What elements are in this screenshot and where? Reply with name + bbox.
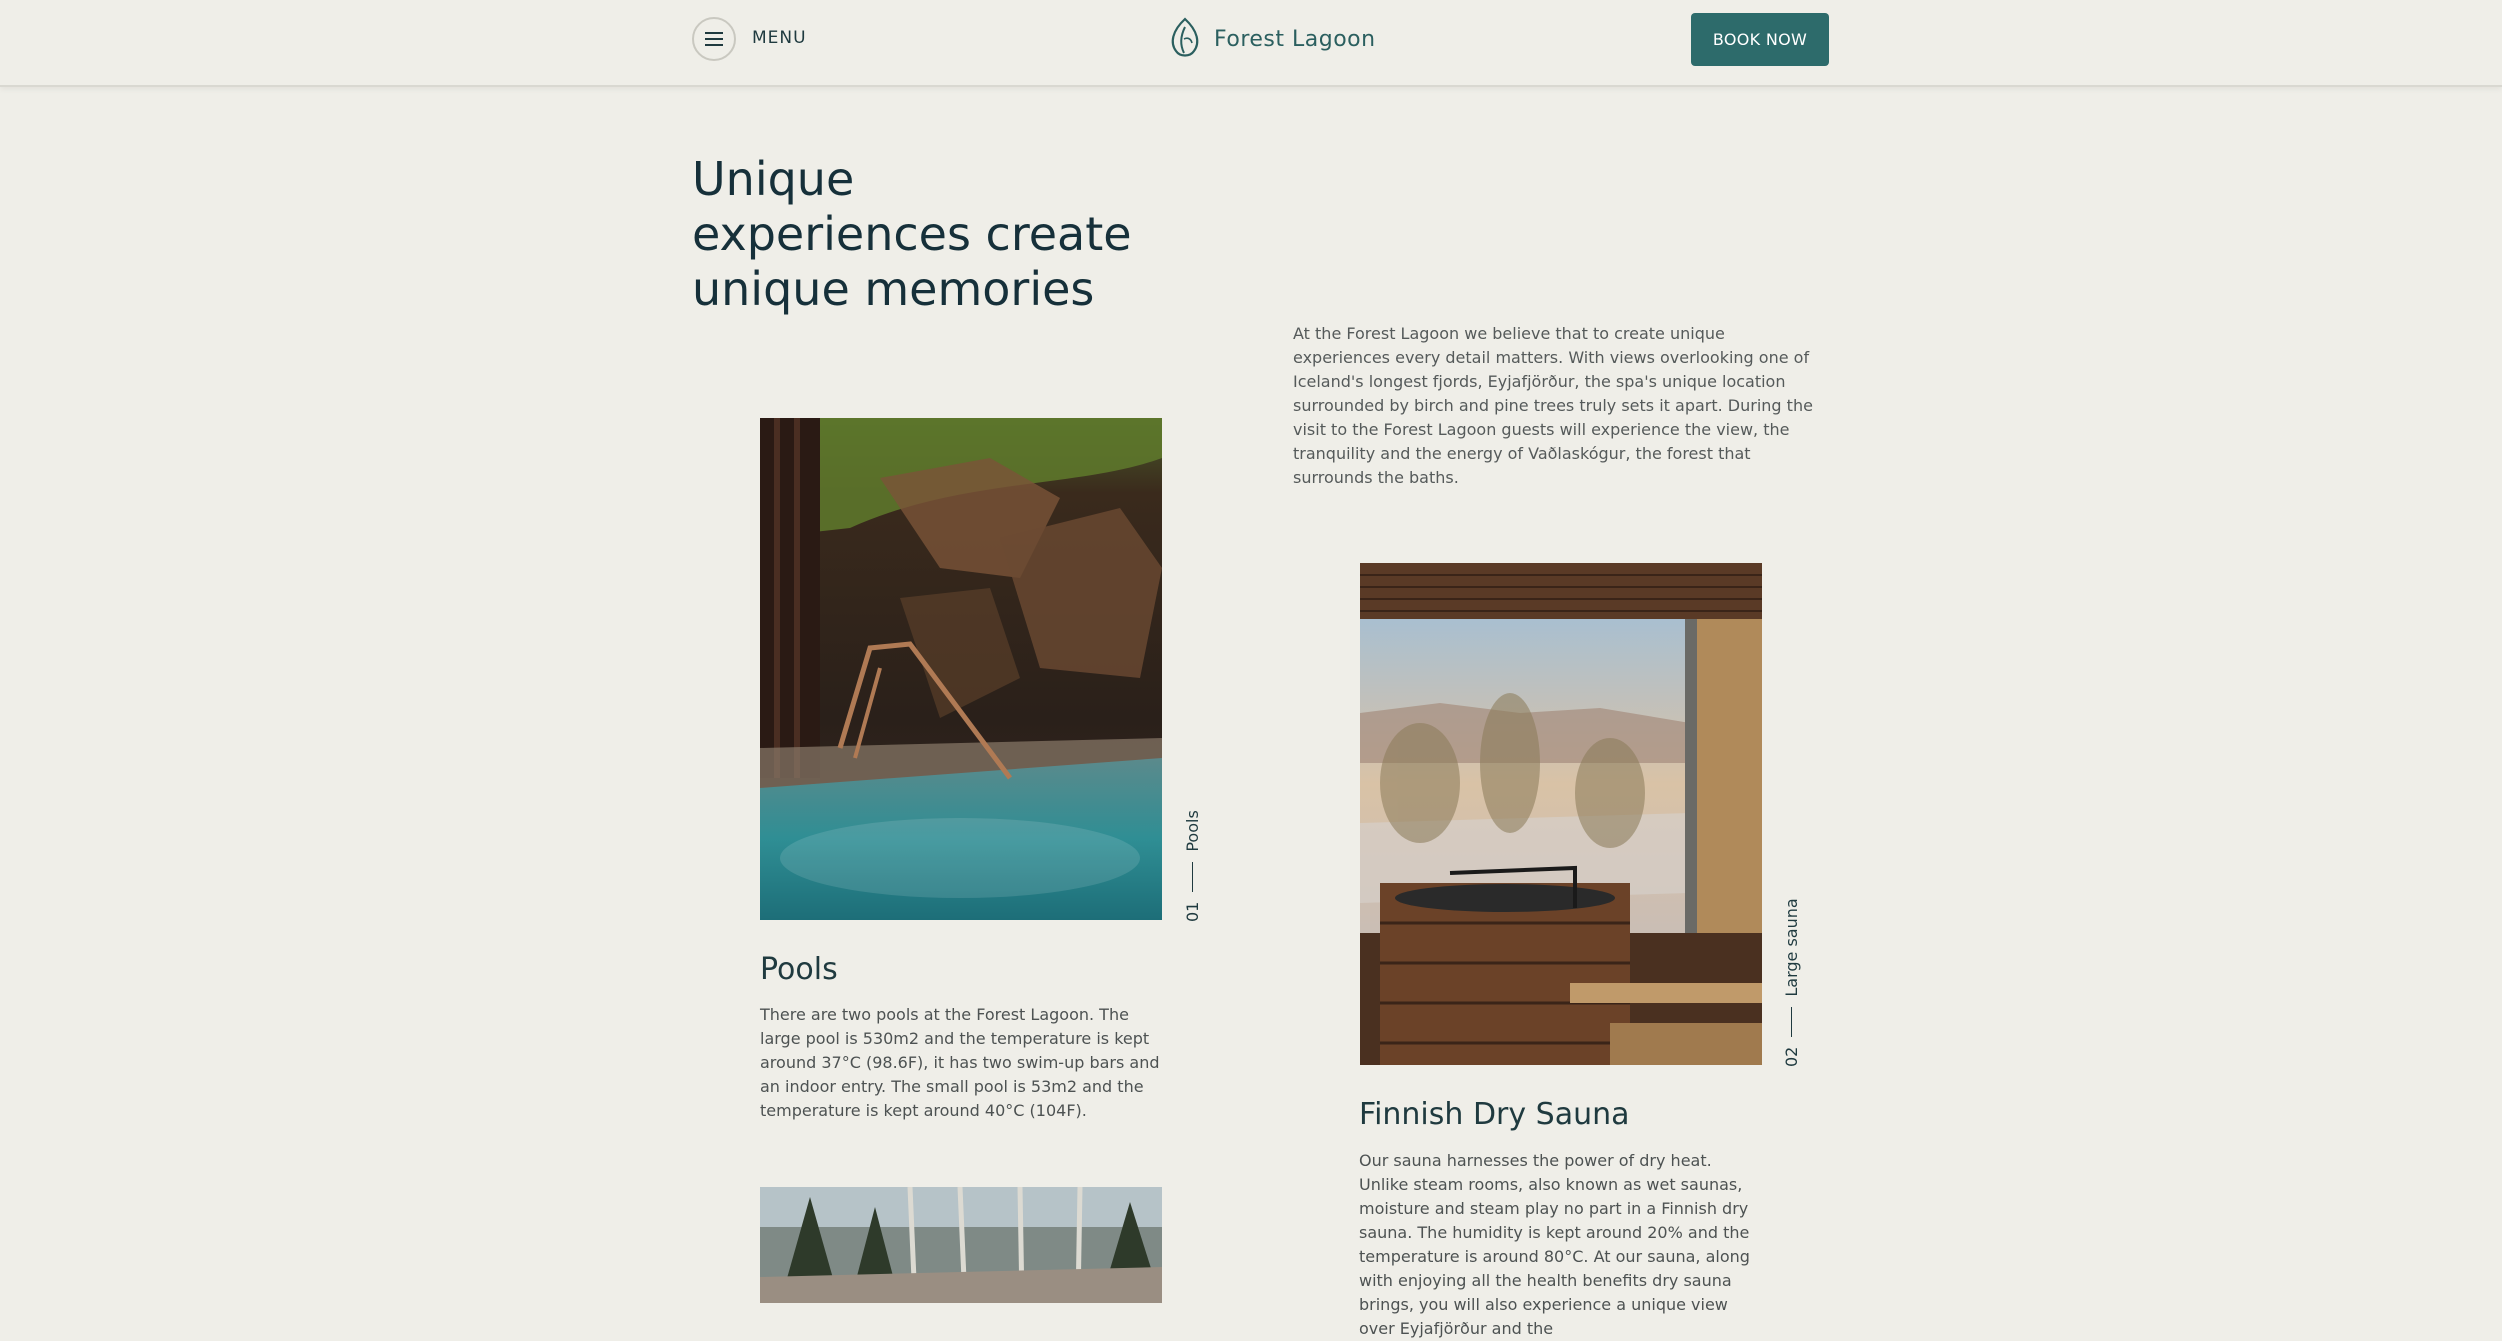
pools-description: There are two pools at the Forest Lagoon…	[760, 1005, 1160, 1120]
pools-number: 01	[1183, 901, 1202, 922]
menu-label[interactable]: MENU	[752, 28, 807, 48]
menu-button[interactable]	[692, 17, 736, 61]
sauna-description: Our sauna harnesses the power of dry hea…	[1359, 1151, 1750, 1338]
logo-text: Forest Lagoon	[1214, 26, 1376, 52]
sauna-title: Finnish Dry Sauna	[1359, 1097, 1630, 1132]
divider-line	[1192, 861, 1193, 892]
sauna-side-label: 02 Large sauna	[1782, 898, 1801, 1067]
pools-side-label: 01 Pools	[1183, 810, 1202, 922]
sauna-image[interactable]	[1360, 563, 1762, 1065]
pools-label: Pools	[1183, 810, 1202, 852]
book-now-button[interactable]: BOOK NOW	[1691, 13, 1829, 66]
site-header: MENU Forest Lagoon BOOK NOW	[0, 0, 2502, 87]
page-title: Unique experiences create unique memorie…	[692, 152, 1212, 317]
hamburger-icon	[705, 32, 723, 46]
divider-line	[1791, 1006, 1792, 1037]
site-logo[interactable]: Forest Lagoon	[1168, 16, 1376, 62]
sauna-label: Large sauna	[1782, 898, 1801, 997]
pools-image[interactable]	[760, 418, 1162, 920]
headline-line-3: unique memories	[692, 262, 1095, 316]
intro-paragraph: At the Forest Lagoon we believe that to …	[1293, 324, 1813, 487]
headline-line-2: experiences create	[692, 207, 1132, 261]
sauna-number: 02	[1782, 1046, 1801, 1067]
pools-title: Pools	[760, 952, 838, 987]
forest-image[interactable]	[760, 1187, 1162, 1303]
headline-line-1: Unique	[692, 152, 855, 206]
leaf-logo-icon	[1171, 17, 1199, 57]
